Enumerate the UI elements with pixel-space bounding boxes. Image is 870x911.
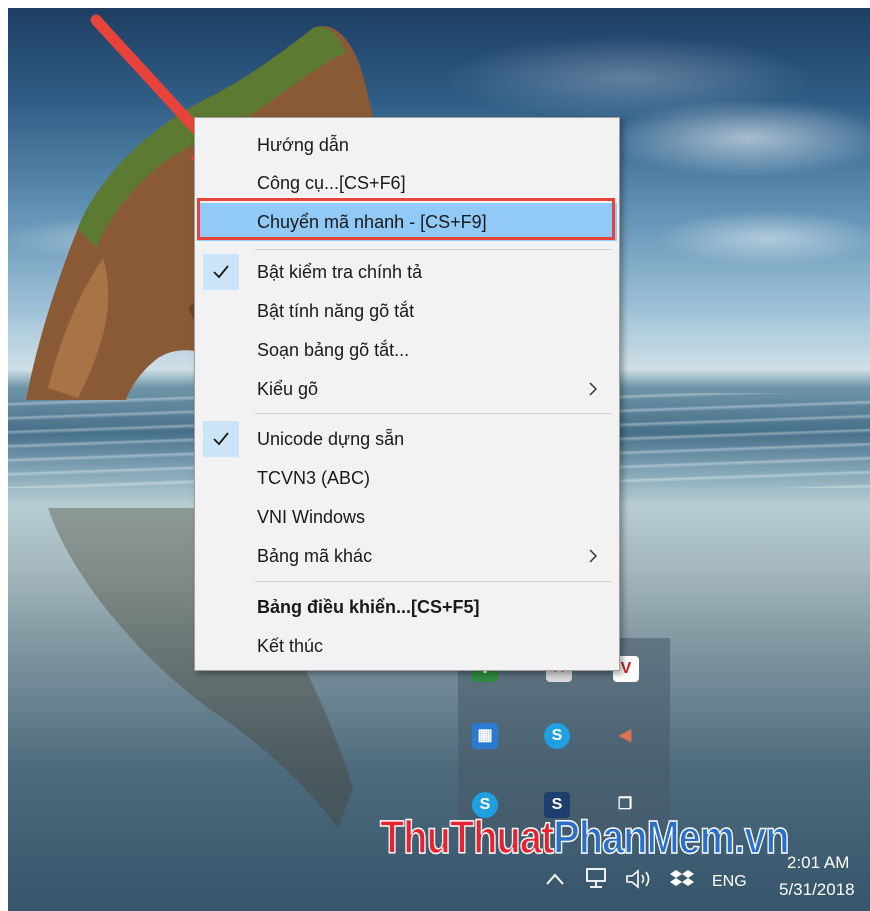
menu-item-label: Kết thúc <box>257 636 324 656</box>
menu-item-bang-dieu-khien[interactable]: Bảng điều khiển...[CS+F5] <box>197 588 617 626</box>
watermark-part1: ThuThuat <box>379 810 554 864</box>
menu-separator <box>255 249 611 250</box>
clock-date[interactable]: 5/31/2018 <box>779 880 855 900</box>
menu-item-ket-thuc[interactable]: Kết thúc <box>197 627 617 665</box>
menu-item-label: Kiểu gõ <box>257 379 319 399</box>
dropbox-icon[interactable] <box>670 869 694 889</box>
menu-item-kieu-go[interactable]: Kiểu gõ <box>197 370 617 408</box>
menu-item-label: Bật kiểm tra chính tả <box>257 262 423 282</box>
watermark-part3: .vn <box>733 810 790 864</box>
menu-separator <box>255 413 611 414</box>
clock-time[interactable]: 2:01 AM <box>787 853 849 873</box>
menu-item-bang-ma-khac[interactable]: Bảng mã khác <box>197 537 617 575</box>
menu-item-label: Bảng mã khác <box>257 546 373 566</box>
menu-item-label: Soạn bảng gõ tắt... <box>257 340 410 360</box>
menu-item-cong-cu[interactable]: Công cụ...[CS+F6] <box>197 164 617 202</box>
menu-item-label: VNI Windows <box>257 507 366 527</box>
chevron-right-icon <box>589 382 597 396</box>
language-indicator[interactable]: ENG <box>712 873 747 891</box>
chevron-right-icon <box>589 549 597 563</box>
checkmark-icon <box>213 265 229 279</box>
watermark-logo: ThuThuatPhanMem.vn <box>379 810 790 864</box>
menu-item-label: TCVN3 (ABC) <box>257 468 371 488</box>
network-app-icon[interactable]: ▦ <box>472 723 498 749</box>
menu-item-label: Bảng điều khiển...[CS+F5] <box>257 597 480 617</box>
menu-separator <box>255 581 611 582</box>
menu-item-tcvn3[interactable]: TCVN3 (ABC) <box>197 459 617 497</box>
network-icon[interactable] <box>583 867 609 889</box>
menu-item-go-tat[interactable]: Bật tính năng gõ tắt <box>197 292 617 330</box>
menu-item-kiem-tra-chinh-ta[interactable]: Bật kiểm tra chính tả <box>197 253 617 291</box>
menu-item-label: Hướng dẫn <box>257 135 349 155</box>
checkmark-icon <box>213 432 229 446</box>
menu-item-label: Unicode dựng sẵn <box>257 429 405 449</box>
annotation-highlight-frame <box>197 198 615 240</box>
menu-item-label: Công cụ...[CS+F6] <box>257 173 406 193</box>
menu-item-huong-dan[interactable]: Hướng dẫn <box>197 126 617 164</box>
menu-item-soan-bang-go-tat[interactable]: Soạn bảng gõ tắt... <box>197 331 617 369</box>
menu-item-unicode-dung-san[interactable]: Unicode dựng sẵn <box>197 420 617 458</box>
menu-item-vni-windows[interactable]: VNI Windows <box>197 498 617 536</box>
volume-icon[interactable] <box>625 868 655 890</box>
menu-item-label: Bật tính năng gõ tắt <box>257 301 415 321</box>
chevron-up-icon[interactable] <box>546 873 564 885</box>
check-box <box>203 254 239 290</box>
check-box <box>203 421 239 457</box>
skype-icon[interactable]: S <box>544 723 570 749</box>
watermark-part2: PhanMem <box>553 810 736 864</box>
speaker-icon[interactable]: ◀ <box>612 723 638 749</box>
